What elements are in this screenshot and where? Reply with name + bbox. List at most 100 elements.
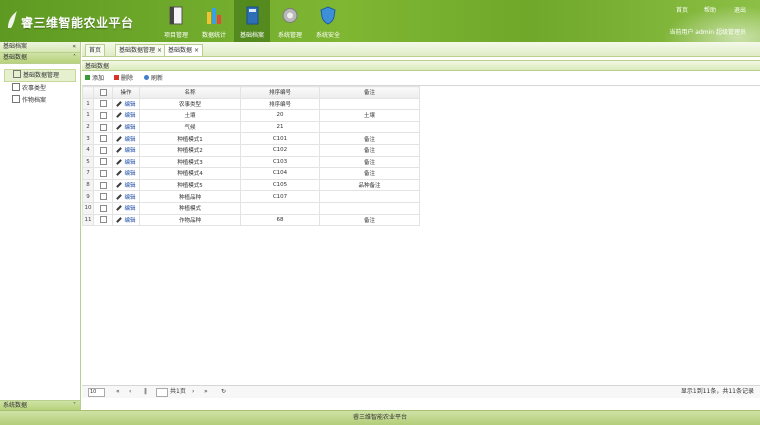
cell-note: 备注 [319,155,420,169]
row-checkbox[interactable] [93,201,113,215]
cell-note: 备注 [319,143,420,157]
footer: 睿三维智能农业平台 [0,410,760,425]
cell-code: 68 [240,213,320,227]
edit-button[interactable]: 编辑 [112,190,140,203]
pencil-icon [116,170,123,177]
gear-icon [282,8,298,23]
cell-code: C104 [240,167,320,180]
row-checkbox[interactable] [93,178,113,192]
col-header-op[interactable]: 操作 [112,86,140,99]
last-page-icon[interactable]: » [204,386,208,398]
sidebar-item-farming-type[interactable]: 农事类型 [4,83,76,94]
module-archive[interactable]: 基础档案 [234,0,270,42]
page-number-input[interactable] [156,388,168,397]
sidebar-bottom-header[interactable]: 系统数据 ˅ [0,400,80,410]
page-size-select[interactable]: 10 [88,388,105,397]
sidebar-group-title: 基础数据 [3,54,28,61]
cell-code [240,201,320,215]
table-row[interactable]: 1 编辑 土壤 20 土壤 [82,109,420,122]
row-checkbox[interactable] [93,109,113,122]
edit-button[interactable]: 编辑 [112,120,140,134]
cell-note [319,97,420,111]
table-row[interactable]: 8 编辑 种植模式5 C105 品种备注 [82,178,420,192]
delete-button[interactable]: 删除 [114,74,133,84]
module-project[interactable]: 项目管理 [158,0,194,42]
book-icon [246,6,259,25]
first-page-icon[interactable]: « [116,386,120,398]
row-checkbox[interactable] [93,120,113,134]
table-row[interactable]: 11 编辑 作物品种 68 备注 [82,213,420,227]
tab-home[interactable]: 首页 [85,44,106,56]
row-checkbox[interactable] [93,190,113,203]
cell-name: 气候 [139,120,241,134]
cell-code: C107 [240,190,320,203]
refresh-page-icon[interactable]: ↻ [221,386,226,398]
table-row[interactable]: 4 编辑 种植模式2 C102 备注 [82,143,420,157]
edit-button[interactable]: 编辑 [112,213,140,227]
table-row[interactable]: 3 编辑 种植模式1 C101 备注 [82,132,420,145]
pencil-icon [116,205,123,212]
pencil-icon [116,216,123,223]
home-link[interactable]: 首页 [676,5,688,14]
row-number: 5 [82,155,94,169]
collapse-icon[interactable]: « [72,42,76,52]
edit-button[interactable]: 编辑 [112,155,140,169]
row-checkbox[interactable] [93,155,113,169]
edit-button[interactable]: 编辑 [112,178,140,192]
cell-code: C105 [240,178,320,192]
cell-name: 种植模式4 [139,167,241,180]
sidebar-panel-header[interactable]: 基础档案 « [0,42,80,53]
chevron-up-icon[interactable]: ˄ [73,53,76,63]
table-row[interactable]: 5 编辑 种植模式3 C103 备注 [82,155,420,169]
row-checkbox[interactable] [93,213,113,227]
close-icon[interactable]: × [194,47,199,54]
col-header-name[interactable]: 名称 [139,86,241,99]
next-page-icon[interactable]: › [192,386,194,398]
cell-name: 种植模式3 [139,155,241,169]
refresh-button[interactable]: 刷新 [144,74,163,84]
module-system[interactable]: 系统管理 [272,0,308,42]
table-row[interactable]: 2 编辑 气候 21 [82,120,420,134]
col-header-code[interactable]: 排序编号 [240,86,320,99]
sidebar-item-crop-archive[interactable]: 作物档案 [4,95,76,106]
row-checkbox[interactable] [93,143,113,157]
tab-basic-data[interactable]: 基础数据 × [164,44,203,56]
edit-button[interactable]: 编辑 [112,167,140,180]
module-stats[interactable]: 数据统计 [196,0,232,42]
row-number: 9 [82,190,94,203]
cell-code: C102 [240,143,320,157]
table-row[interactable]: 7 编辑 种植模式4 C104 备注 [82,167,420,180]
row-number: 11 [82,213,94,227]
toolbar: 添加 删除 刷新 [82,74,760,84]
edit-button[interactable]: 编辑 [112,132,140,145]
prev-page-icon[interactable]: ‹ [129,386,131,398]
edit-button[interactable]: 编辑 [112,109,140,122]
add-button[interactable]: 添加 [85,74,104,84]
row-checkbox[interactable] [93,167,113,180]
cell-name: 作物品种 [139,213,241,227]
pencil-icon [116,112,123,119]
row-checkbox[interactable] [93,97,113,111]
edit-button[interactable]: 编辑 [112,143,140,157]
module-security[interactable]: 系统安全 [310,0,346,42]
col-header-note[interactable]: 备注 [319,86,420,99]
row-checkbox[interactable] [93,132,113,145]
table-row[interactable]: 1 编辑 农事类型 排序编号 [82,97,420,111]
help-link[interactable]: 帮助 [704,5,716,14]
pagination-info: 显示1到11条，共11条记录 [680,388,754,395]
sidebar-item-basic-data[interactable]: 基础数据管理 [4,69,76,82]
delete-icon [114,75,119,80]
cell-code: 21 [240,120,320,134]
pencil-icon [116,124,123,130]
tab-basic-data-manage[interactable]: 基础数据管理 × [115,44,166,56]
edit-button[interactable]: 编辑 [112,97,140,111]
sidebar-group-header[interactable]: 基础数据 ˄ [0,53,80,64]
edit-button[interactable]: 编辑 [112,201,140,215]
table-row[interactable]: 10 编辑 种植模式 [82,201,420,215]
table-row[interactable]: 9 编辑 种植品种 C107 [82,190,420,203]
logout-link[interactable]: 退出 [734,5,746,14]
folder-icon [12,95,20,103]
shield-icon [320,6,336,25]
close-icon[interactable]: × [157,47,162,54]
select-all-checkbox[interactable] [93,86,113,99]
